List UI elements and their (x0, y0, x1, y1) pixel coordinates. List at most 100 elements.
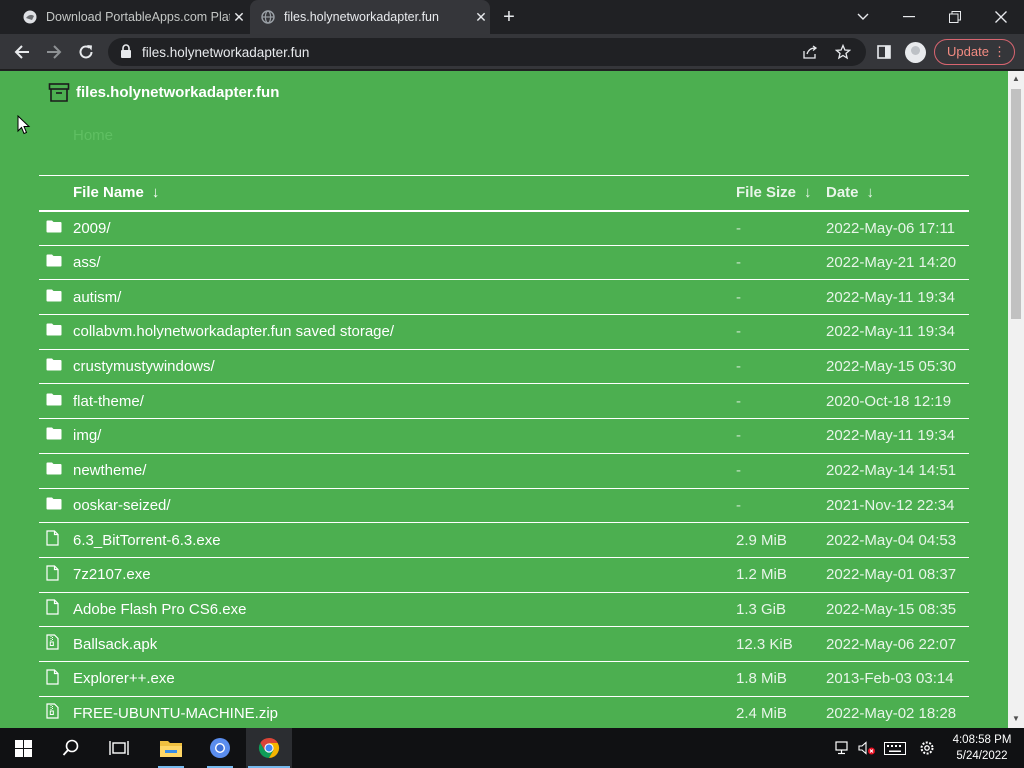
table-row[interactable]: Ballsack.apk 12.3 KiB 2022-May-06 22:07 (39, 626, 969, 662)
side-panel-icon[interactable] (870, 38, 898, 66)
row-icon-cell (39, 661, 73, 697)
file-name-link[interactable]: crustymustywindows/ (73, 349, 736, 385)
date-header-label: Date (826, 184, 859, 202)
profile-avatar[interactable] (905, 42, 926, 63)
file-name-link[interactable]: 6.3_BitTorrent-6.3.exe (73, 522, 736, 558)
settings-gear-icon[interactable] (914, 728, 940, 768)
scroll-down-arrow-icon[interactable]: ▼ (1012, 715, 1020, 723)
table-header-row: File Name ↓ File Size ↓ Date ↓ (39, 175, 969, 212)
table-row[interactable]: img/-2022-May-11 19:34 (39, 418, 969, 454)
page-content: files.holynetworkadapter.fun Home File N… (0, 71, 1008, 728)
task-view-button[interactable] (96, 728, 142, 768)
table-row[interactable]: ass/-2022-May-21 14:20 (39, 245, 969, 281)
row-icon-cell (39, 349, 73, 385)
file-name-link[interactable]: ass/ (73, 245, 736, 281)
file-size: 12.3 KiB (736, 626, 826, 662)
back-button[interactable] (8, 38, 36, 66)
file-listing-table: File Name ↓ File Size ↓ Date ↓ 2009/-2022-M… (39, 175, 969, 728)
volume-muted-icon[interactable] (856, 728, 878, 768)
tab-holynetworkadapter[interactable]: files.holynetworkadapter.fun ✕ (250, 0, 490, 34)
table-row[interactable]: newtheme/-2022-May-14 14:51 (39, 453, 969, 489)
file-name-link[interactable]: collabvm.holynetworkadapter.fun saved st… (73, 314, 736, 350)
tab-title: Download PortableApps.com Platform (46, 10, 230, 24)
table-row[interactable]: collabvm.holynetworkadapter.fun saved st… (39, 314, 969, 350)
new-tab-button[interactable]: + (498, 6, 520, 28)
forward-button[interactable] (40, 38, 68, 66)
keyboard-icon[interactable] (880, 728, 910, 768)
row-icon-cell (39, 557, 73, 593)
clock-time: 4:08:58 PM (952, 734, 1012, 746)
folder-icon (46, 427, 62, 444)
address-bar[interactable]: files.holynetworkadapter.fun (108, 38, 866, 66)
table-row[interactable]: Explorer++.exe 1.8 MiB 2013-Feb-03 03:14 (39, 661, 969, 697)
lock-icon[interactable] (120, 44, 132, 64)
folder-icon (46, 220, 62, 237)
file-name-link[interactable]: 2009/ (73, 210, 736, 246)
file-name-link[interactable]: FREE-UBUNTU-MACHINE.zip (73, 696, 736, 728)
menu-kebab-icon[interactable]: ⋮ (993, 40, 1006, 64)
start-button[interactable] (0, 728, 46, 768)
file-date: 2022-May-21 14:20 (826, 245, 969, 281)
search-button[interactable] (48, 728, 94, 768)
icon-column-header (39, 175, 73, 212)
restore-button[interactable] (932, 0, 978, 34)
file-name-link[interactable]: ooskar-seized/ (73, 488, 736, 524)
system-clock[interactable]: 4:08:58 PM 5/24/2022 (944, 732, 1020, 764)
file-name-link[interactable]: newtheme/ (73, 453, 736, 489)
file-date: 2022-May-06 22:07 (826, 626, 969, 662)
row-icon-cell (39, 314, 73, 350)
close-tab-icon[interactable]: ✕ (230, 8, 248, 26)
share-icon[interactable] (802, 43, 820, 61)
task-view-icon (109, 741, 129, 755)
table-row[interactable]: ooskar-seized/-2021-Nov-12 22:34 (39, 488, 969, 524)
reload-button[interactable] (72, 38, 100, 66)
close-tab-icon[interactable]: ✕ (472, 8, 490, 26)
tab-search-chevron-icon[interactable] (840, 0, 886, 34)
update-label: Update (947, 44, 989, 59)
table-row[interactable]: crustymustywindows/-2022-May-15 05:30 (39, 349, 969, 385)
file-name-link[interactable]: img/ (73, 418, 736, 454)
table-row[interactable]: Adobe Flash Pro CS6.exe 1.3 GiB 2022-May-1… (39, 592, 969, 628)
file-date: 2020-Oct-18 12:19 (826, 383, 969, 420)
table-row[interactable]: 7z2107.exe 1.2 MiB 2022-May-01 08:37 (39, 557, 969, 593)
bookmark-star-icon[interactable] (834, 43, 852, 61)
sort-arrow-icon: ↓ (804, 184, 812, 202)
site-title[interactable]: files.holynetworkadapter.fun (76, 84, 279, 101)
file-name-link[interactable]: 7z2107.exe (73, 557, 736, 593)
file-explorer-taskbar-button[interactable] (148, 728, 194, 768)
name-header-label: File Name (73, 184, 144, 202)
file-name-link[interactable]: Ballsack.apk (73, 626, 736, 662)
file-date: 2022-May-02 18:28 (826, 696, 969, 728)
name-column-header[interactable]: File Name ↓ (73, 175, 736, 212)
table-row[interactable]: 2009/-2022-May-06 17:11 (39, 210, 969, 246)
table-row[interactable]: FREE-UBUNTU-MACHINE.zip 2.4 MiB 2022-May-0… (39, 696, 969, 728)
tab-portableapps[interactable]: Download PortableApps.com Platform ✕ (12, 0, 248, 34)
portableapps-favicon-icon (22, 9, 38, 25)
table-row[interactable]: 6.3_BitTorrent-6.3.exe 2.9 MiB 2022-May-04… (39, 522, 969, 558)
scroll-thumb[interactable] (1011, 89, 1021, 319)
file-date: 2022-May-04 04:53 (826, 522, 969, 558)
network-icon[interactable] (832, 728, 854, 768)
chrome-taskbar-button[interactable] (246, 728, 292, 768)
date-column-header[interactable]: Date ↓ (826, 175, 969, 212)
archive-box-icon (48, 81, 70, 103)
update-button[interactable]: Update ⋮ (934, 39, 1015, 65)
row-icon-cell (39, 696, 73, 728)
close-window-button[interactable] (978, 0, 1024, 34)
table-row[interactable]: autism/-2022-May-11 19:34 (39, 279, 969, 316)
mouse-cursor-icon (17, 115, 31, 135)
page-scrollbar[interactable]: ▲ ▼ (1008, 71, 1024, 728)
file-name-link[interactable]: flat-theme/ (73, 383, 736, 420)
file-date: 2022-May-01 08:37 (826, 557, 969, 593)
file-name-link[interactable]: Explorer++.exe (73, 661, 736, 697)
file-date: 2022-May-06 17:11 (826, 210, 969, 246)
file-name-link[interactable]: Adobe Flash Pro CS6.exe (73, 592, 736, 628)
file-name-link[interactable]: autism/ (73, 279, 736, 316)
table-row[interactable]: flat-theme/-2020-Oct-18 12:19 (39, 383, 969, 420)
chromium-taskbar-button[interactable] (197, 728, 243, 768)
address-text[interactable]: files.holynetworkadapter.fun (142, 45, 309, 60)
minimize-button[interactable] (886, 0, 932, 34)
breadcrumb-home[interactable]: Home (73, 127, 113, 144)
scroll-up-arrow-icon[interactable]: ▲ (1012, 75, 1020, 83)
size-column-header[interactable]: File Size ↓ (736, 175, 826, 212)
